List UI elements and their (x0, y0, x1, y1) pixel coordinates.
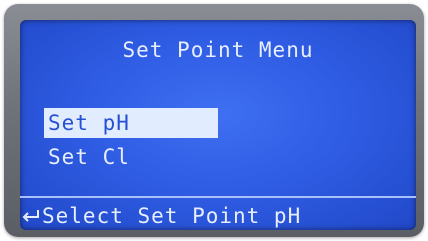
menu-item-set-cl[interactable]: Set Cl (44, 142, 218, 172)
enter-arrow-icon (22, 210, 39, 222)
device-bezel: Set Point Menu Set pH Set Cl Select Set … (4, 4, 424, 237)
footer-divider (20, 196, 416, 198)
menu-item-set-ph[interactable]: Set pH (44, 108, 218, 138)
footer-hint-text: Select Set Point pH (42, 204, 302, 228)
status-footer: Select Set Point pH (20, 202, 301, 230)
menu-title: Set Point Menu (122, 38, 314, 62)
lcd-screen: Set Point Menu Set pH Set Cl Select Set … (20, 20, 416, 230)
